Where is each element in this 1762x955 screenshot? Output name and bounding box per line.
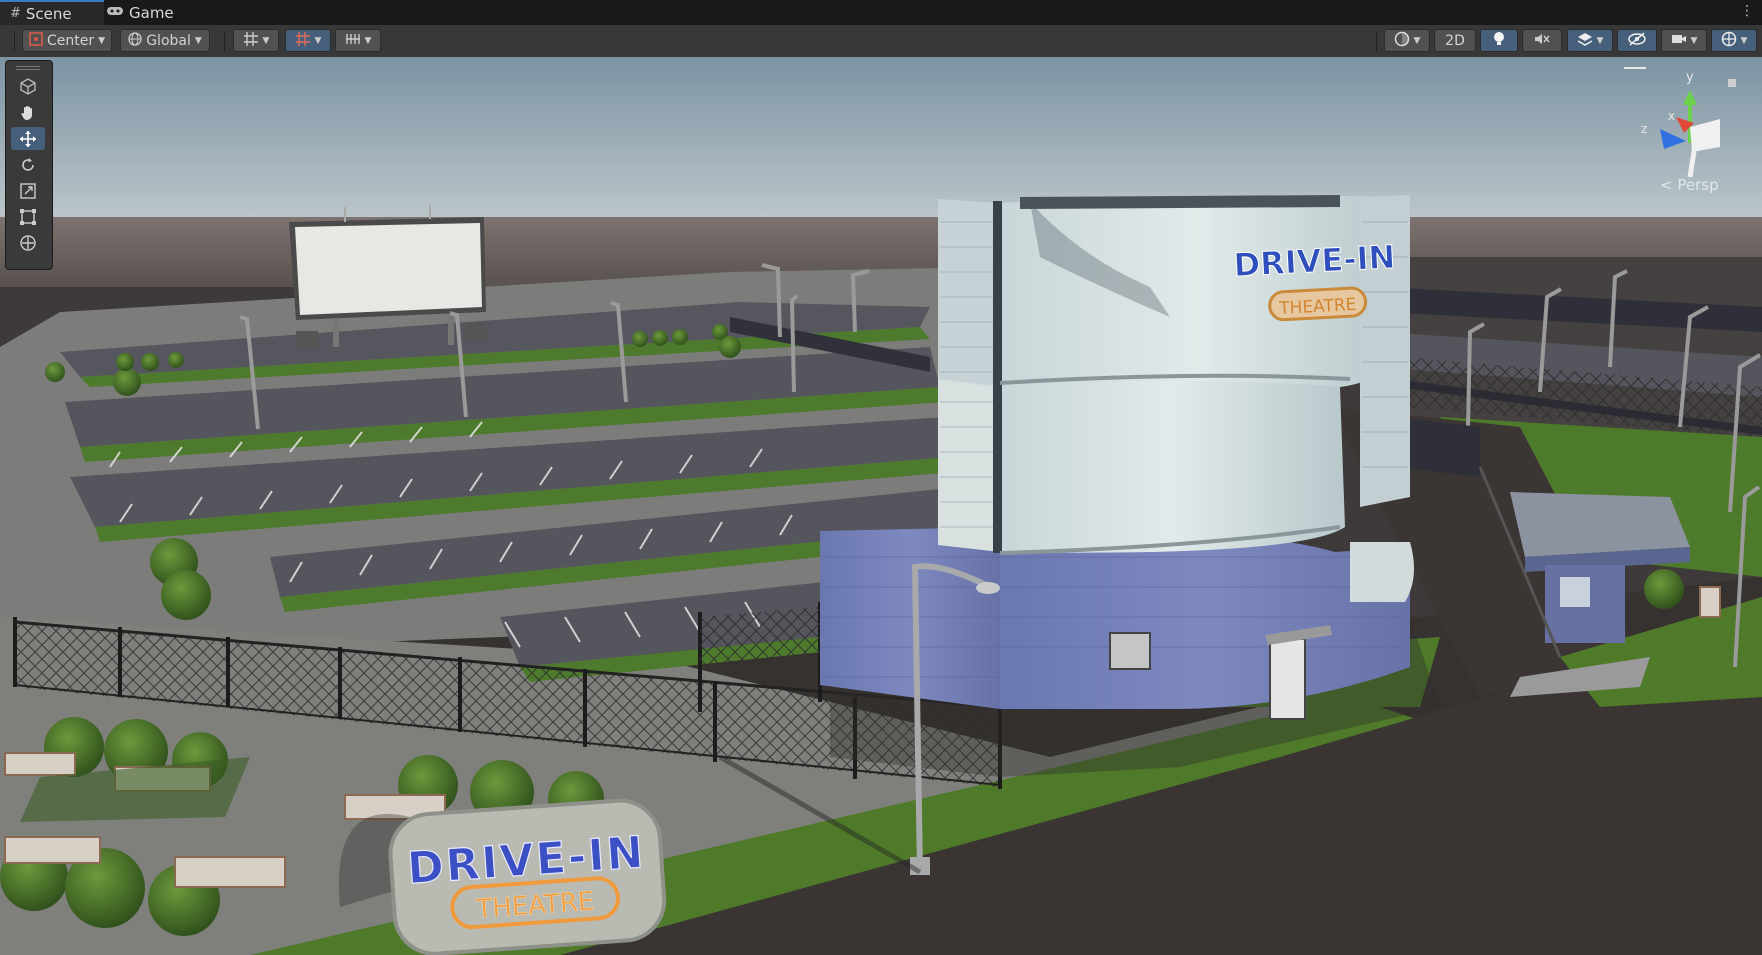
mode-2d-toggle[interactable]: 2D [1434,29,1476,52]
projection-toggle[interactable]: < Persp [1660,176,1719,194]
gizmo-z-label: z [1641,122,1647,136]
increment-snap-icon [345,32,361,50]
transform-icon [19,234,37,252]
more-options-icon[interactable]: ⋮ [1740,3,1754,19]
chevron-down-icon: ▼ [364,35,372,46]
light-bulb-icon [1492,31,1506,51]
tab-scene[interactable]: # Scene [0,0,104,25]
shading-sphere-icon [1394,31,1410,51]
hand-icon [19,104,37,122]
cube-icon [19,77,37,95]
gizmo-globe-icon [1721,31,1737,51]
snap-grid-icon [295,31,311,51]
effects-layers-icon [1577,31,1593,51]
tools-overlay [5,60,53,270]
chevron-down-icon: ▼ [1596,35,1604,46]
projection-label: Persp [1677,176,1719,194]
grid-snapping-button[interactable]: ▼ [285,29,331,52]
speaker-muted-icon [1534,32,1550,50]
grid-visibility-button[interactable]: ▼ [233,29,279,52]
pivot-mode-label: Center [46,32,95,49]
tab-bar: # Scene Game ⋮ [0,0,1762,26]
audio-toggle[interactable] [1522,29,1562,52]
grid-icon [243,31,259,51]
toolbar-separator [224,31,225,51]
rect-transform-icon [19,208,37,226]
chevron-down-icon: ▼ [194,35,202,46]
chevron-down-icon: ▼ [314,35,322,46]
eye-slash-icon [1628,31,1646,50]
chevron-left-icon: < [1660,176,1673,194]
transform-tool-button[interactable] [11,231,45,254]
chevron-down-icon: ▼ [1690,35,1698,46]
toolbar-separator [1376,31,1377,51]
pivot-icon [29,31,43,50]
scale-icon [19,182,37,200]
globe-icon [128,31,142,50]
rect-tool-button[interactable] [11,205,45,228]
view-tool-button[interactable] [11,74,45,97]
chevron-down-icon: ▼ [1413,35,1421,46]
tab-game[interactable]: Game [106,0,186,25]
hidden-objects-toggle[interactable] [1617,29,1657,52]
scene-toolbar: Center ▼ Global ▼ ▼ ▼ ▼ ▼ 2D ▼ ▼ ▼ [0,25,1762,58]
hand-tool-button[interactable] [11,101,45,124]
chevron-down-icon: ▼ [98,35,106,46]
panel-grip[interactable] [16,66,40,70]
camera-icon [1671,33,1687,49]
pivot-mode-dropdown[interactable]: Center ▼ [22,29,112,52]
gizmo-x-label: x [1668,109,1675,123]
rotate-icon [19,156,37,174]
camera-dropdown[interactable]: ▼ [1661,29,1707,52]
scene-viewport[interactable]: DRIVE-IN THEATRE DRIVE-IN THEATRE y x z … [0,57,1762,955]
chevron-down-icon: ▼ [1740,35,1748,46]
toolbar-grip [14,31,15,51]
tab-label: Scene [25,4,72,23]
scene-lighting-toggle[interactable] [1480,29,1518,52]
scale-tool-button[interactable] [11,179,45,202]
gizmos-dropdown[interactable]: ▼ [1711,29,1757,52]
mode-2d-label: 2D [1445,32,1465,49]
pivot-space-dropdown[interactable]: Global ▼ [120,29,210,52]
scene-render: DRIVE-IN THEATRE DRIVE-IN THEATRE y x z [0,57,1762,955]
gamepad-icon [106,5,124,21]
draw-mode-dropdown[interactable]: ▼ [1384,29,1430,52]
gizmo-y-label: y [1686,70,1694,85]
pivot-space-label: Global [146,32,191,49]
increment-snap-button[interactable]: ▼ [335,29,381,52]
effects-dropdown[interactable]: ▼ [1567,29,1613,52]
rotate-tool-button[interactable] [11,153,45,176]
move-tool-button[interactable] [11,127,45,150]
move-arrows-icon [19,130,37,148]
chevron-down-icon: ▼ [262,35,270,46]
building-sign-sub: THEATRE [1278,295,1357,319]
tab-label: Game [129,3,174,22]
grid-icon: # [10,6,21,21]
